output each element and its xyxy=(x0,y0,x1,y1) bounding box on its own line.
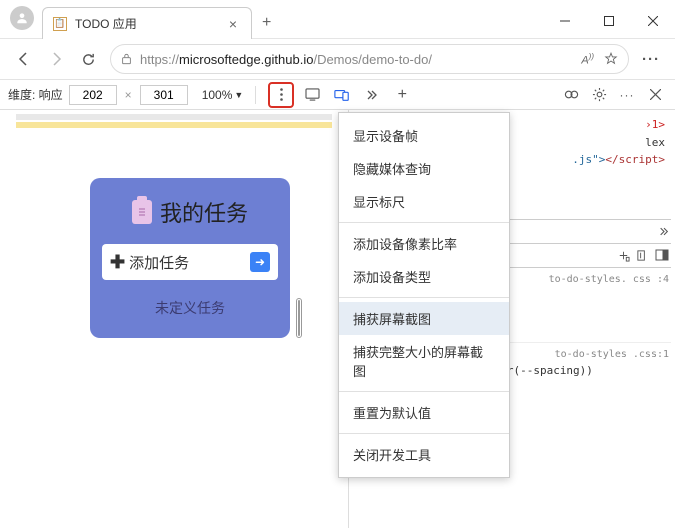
menu-separator xyxy=(339,222,509,223)
window-maximize-button[interactable] xyxy=(587,4,631,38)
menu-item-reset-defaults[interactable]: 重置为默认值 xyxy=(339,396,509,429)
menu-separator xyxy=(339,433,509,434)
menu-item-capture-full-screenshot[interactable]: 捕获完整大小的屏幕截图 xyxy=(339,335,509,387)
back-button[interactable] xyxy=(8,43,40,75)
browser-tab[interactable]: 📋 TODO 应用 × xyxy=(42,7,252,39)
forward-button xyxy=(40,43,72,75)
overflow-icon[interactable] xyxy=(360,83,384,107)
media-query-bar[interactable] xyxy=(16,122,332,128)
menu-item-add-dpr[interactable]: 添加设备像素比率 xyxy=(339,227,509,260)
window-minimize-button[interactable] xyxy=(543,4,587,38)
profile-avatar[interactable] xyxy=(10,6,34,30)
plus-icon: ✚ xyxy=(110,252,125,273)
window-close-button[interactable] xyxy=(631,4,675,38)
clipboard-icon xyxy=(132,200,152,224)
empty-state-text: 未定义任务 xyxy=(96,298,284,318)
tab-close-icon[interactable]: × xyxy=(225,16,241,32)
submit-icon[interactable]: ➜ xyxy=(250,252,270,272)
zoom-dropdown[interactable]: 100% ▼ xyxy=(202,88,244,102)
more-options-button[interactable] xyxy=(268,82,294,108)
settings-icon[interactable] xyxy=(587,83,611,107)
favorite-icon[interactable] xyxy=(604,52,618,66)
copilot-icon[interactable] xyxy=(559,83,583,107)
menu-item-capture-screenshot[interactable]: 捕获屏幕截图 xyxy=(339,302,509,335)
code-fragment: lex xyxy=(645,136,665,149)
height-input[interactable] xyxy=(140,85,188,105)
menu-separator xyxy=(339,297,509,298)
refresh-button[interactable] xyxy=(72,43,104,75)
browser-menu-button[interactable]: ··· xyxy=(635,43,667,75)
app-title: 我的任务 xyxy=(160,196,248,228)
menu-item-hide-media-queries[interactable]: 隐藏媒体查询 xyxy=(339,152,509,185)
address-bar[interactable]: https://microsoftedge.github.io/Demos/de… xyxy=(110,44,629,74)
url-path: /Demos/demo-to-do/ xyxy=(313,52,432,67)
tab-favicon: 📋 xyxy=(53,17,67,31)
ruler-horizontal xyxy=(16,114,332,120)
menu-item-add-device-type[interactable]: 添加设备类型 xyxy=(339,260,509,293)
url-scheme: https:// xyxy=(140,52,179,67)
dock-icon[interactable] xyxy=(655,249,669,262)
menu-item-close-devtools[interactable]: 关闭开发工具 xyxy=(339,438,509,471)
separator xyxy=(255,86,256,104)
dimension-separator: × xyxy=(123,88,134,102)
device-preview-pane: 我的任务 ✚ 添加任务 ➜ 未定义任务 xyxy=(0,110,348,528)
menu-separator xyxy=(339,391,509,392)
devtools-more-icon[interactable]: ··· xyxy=(615,83,639,107)
menu-item-show-rulers[interactable]: 显示标尺 xyxy=(339,185,509,218)
add-task-row[interactable]: ✚ 添加任务 ➜ xyxy=(102,244,278,280)
code-fragment: ›1> xyxy=(645,118,665,131)
add-task-label: 添加任务 xyxy=(129,252,189,273)
scrollbar-icon[interactable] xyxy=(296,298,302,338)
toggle-icon[interactable] xyxy=(636,249,649,262)
overflow-icon[interactable] xyxy=(659,227,669,236)
new-style-icon[interactable] xyxy=(617,249,630,262)
rule-source[interactable]: to-do-styles. css :4 xyxy=(549,272,669,287)
todo-app-card: 我的任务 ✚ 添加任务 ➜ 未定义任务 xyxy=(90,178,290,338)
menu-item-show-device-frame[interactable]: 显示设备帧 xyxy=(339,119,509,152)
screencast-icon[interactable] xyxy=(300,83,324,107)
new-tab-button[interactable]: + xyxy=(252,8,281,38)
rule-source[interactable]: to-do-styles .css:1 xyxy=(555,347,669,362)
code-fragment: </script> xyxy=(605,153,665,166)
read-aloud-icon[interactable]: A)) xyxy=(581,52,594,67)
device-options-menu: 显示设备帧 隐藏媒体查询 显示标尺 添加设备像素比率 添加设备类型 捕获屏幕截图… xyxy=(338,112,510,478)
code-fragment: .js"> xyxy=(572,153,605,166)
dimensions-label: 维度: 响应 xyxy=(8,86,63,103)
add-icon[interactable]: + xyxy=(390,83,414,107)
device-toggle-icon[interactable] xyxy=(330,83,354,107)
lock-icon xyxy=(121,53,132,65)
width-input[interactable] xyxy=(69,85,117,105)
devtools-close-icon[interactable] xyxy=(643,83,667,107)
url-host: microsoftedge.github.io xyxy=(179,52,313,67)
tab-title: TODO 应用 xyxy=(75,15,225,32)
